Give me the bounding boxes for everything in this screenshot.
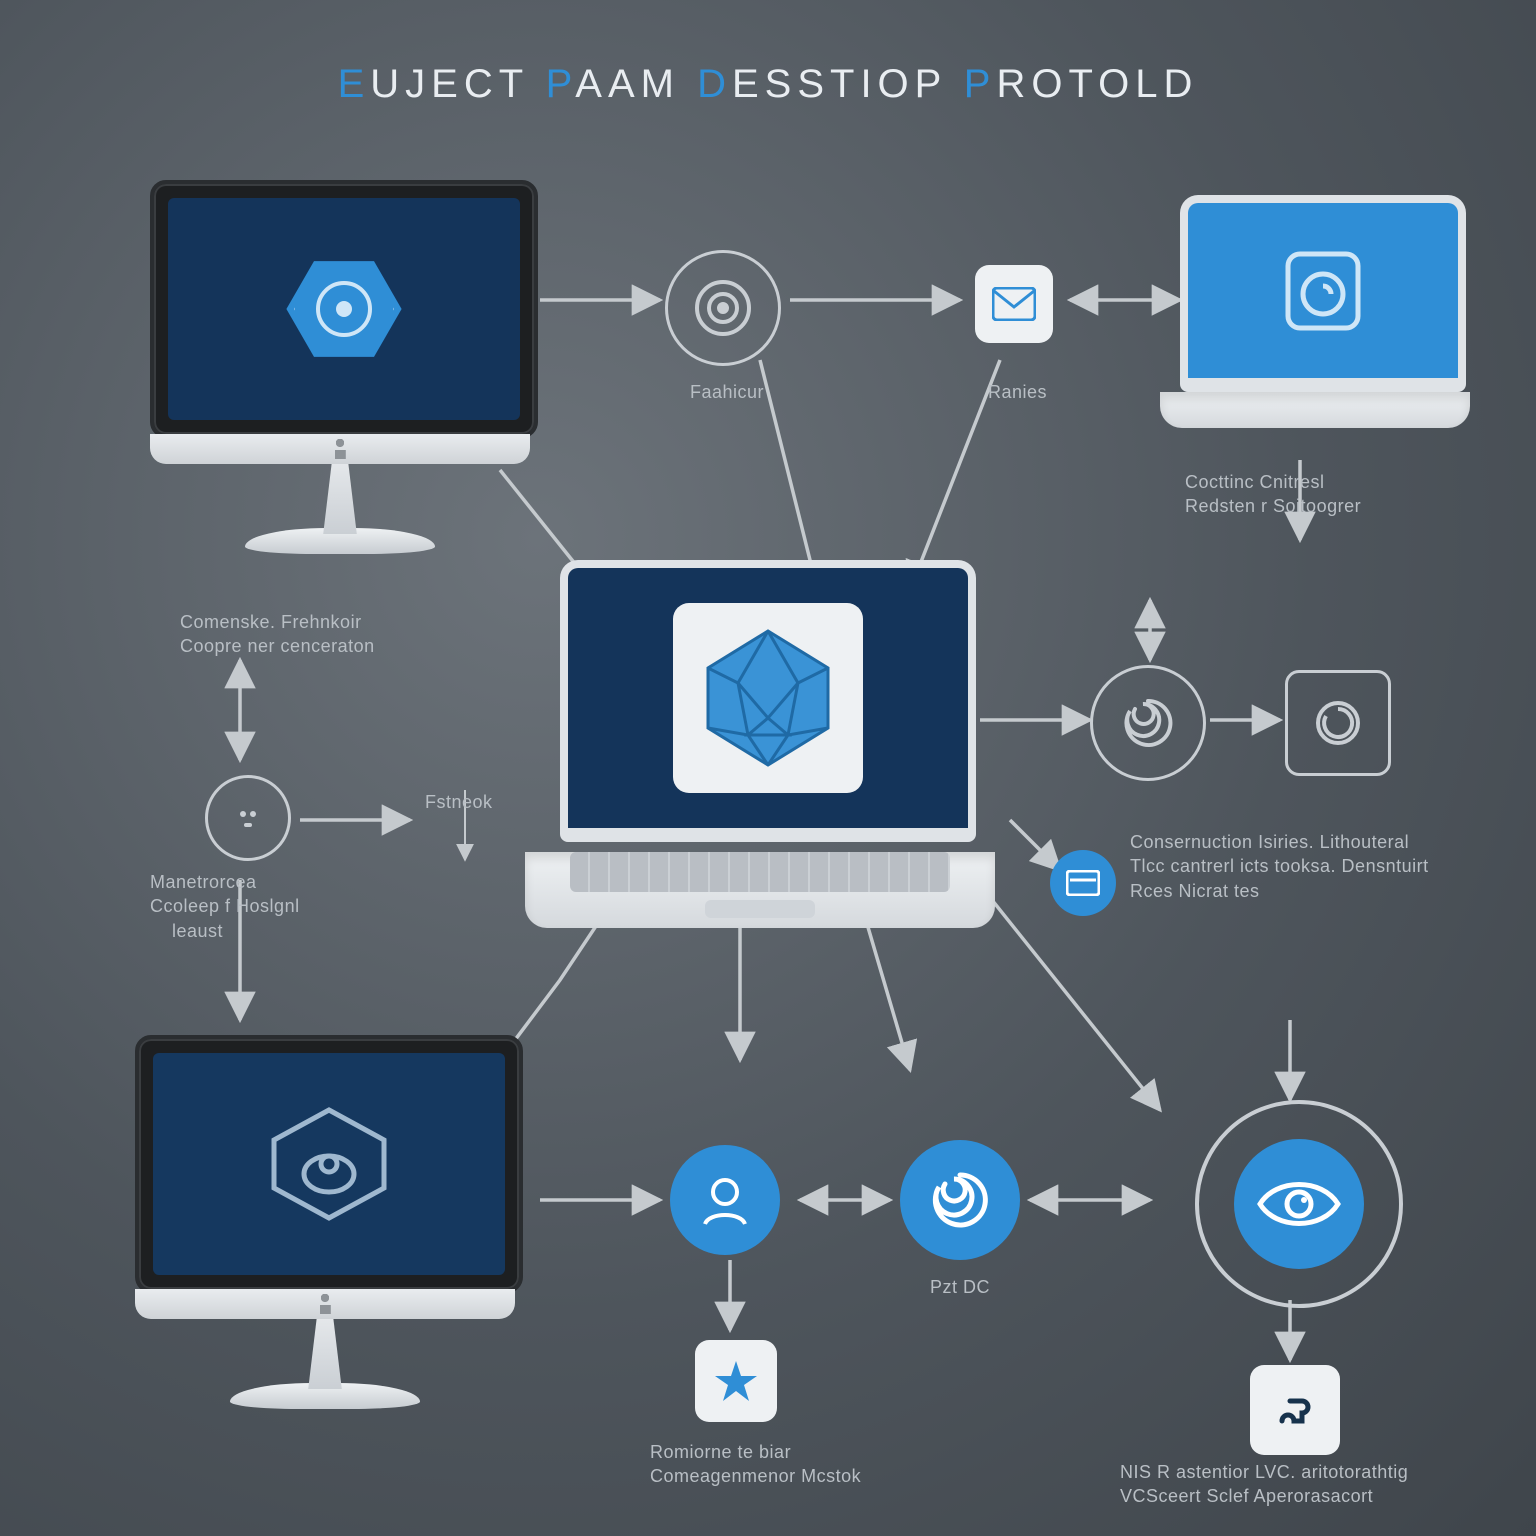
spiral-ring-icon: [1090, 665, 1206, 781]
caption-bottom-mid: Romiorne te biar Comeagenmenor Mcstok: [650, 1440, 861, 1489]
eye-big-ring-icon: [1195, 1100, 1403, 1308]
mail-tile-icon: [975, 265, 1053, 343]
polyhedron-icon: [693, 623, 843, 773]
caption-right-mid: Consernuction Isiries. Lithouteral Tlcc …: [1130, 830, 1510, 903]
target-ring-icon: [665, 250, 781, 366]
user-circle-icon: [670, 1145, 780, 1255]
label-faahicur: Faahicur: [690, 380, 764, 404]
star-tile-icon: [695, 1340, 777, 1422]
hexagon-line-icon: [264, 1104, 394, 1224]
caption-top-right: Cocttinc Cnitresl Redsten r Soitoogrer: [1185, 470, 1361, 519]
laptop-top-right: [1180, 195, 1470, 428]
caption-bottom-right: NIS R astentior LVC. aritotorathtig VCSc…: [1120, 1460, 1408, 1509]
swirl-circle-icon: [900, 1140, 1020, 1260]
diagram-title: EUJECT PAAM DESSTIOP PROTOLD: [0, 62, 1536, 107]
caption-met: Manetrorcea Ccoleep f Hoslgnl leaust: [150, 870, 300, 943]
desktop-monitor-bottom-left: [135, 1035, 515, 1409]
face-ring-icon: [205, 775, 291, 861]
laptop-center: [560, 560, 995, 928]
puzzle-tile-icon: [1250, 1365, 1340, 1455]
card-dot-icon: [1050, 850, 1116, 916]
label-fstneok: Fstneok: [425, 790, 493, 814]
label-pztdc: Pzt DC: [930, 1275, 990, 1299]
desktop-monitor-top-left: [150, 180, 530, 554]
hexagon-eye-icon: [284, 257, 404, 361]
spiral-tile-icon: [1285, 670, 1391, 776]
diagram-stage: EUJECT PAAM DESSTIOP PROTOLD: [0, 0, 1536, 1536]
label-ranies: Ranies: [988, 380, 1047, 404]
caption-top-left: Comenske. Frehnkoir Coopre ner cencerato…: [180, 610, 375, 659]
camera-chip-icon: [1278, 246, 1368, 336]
